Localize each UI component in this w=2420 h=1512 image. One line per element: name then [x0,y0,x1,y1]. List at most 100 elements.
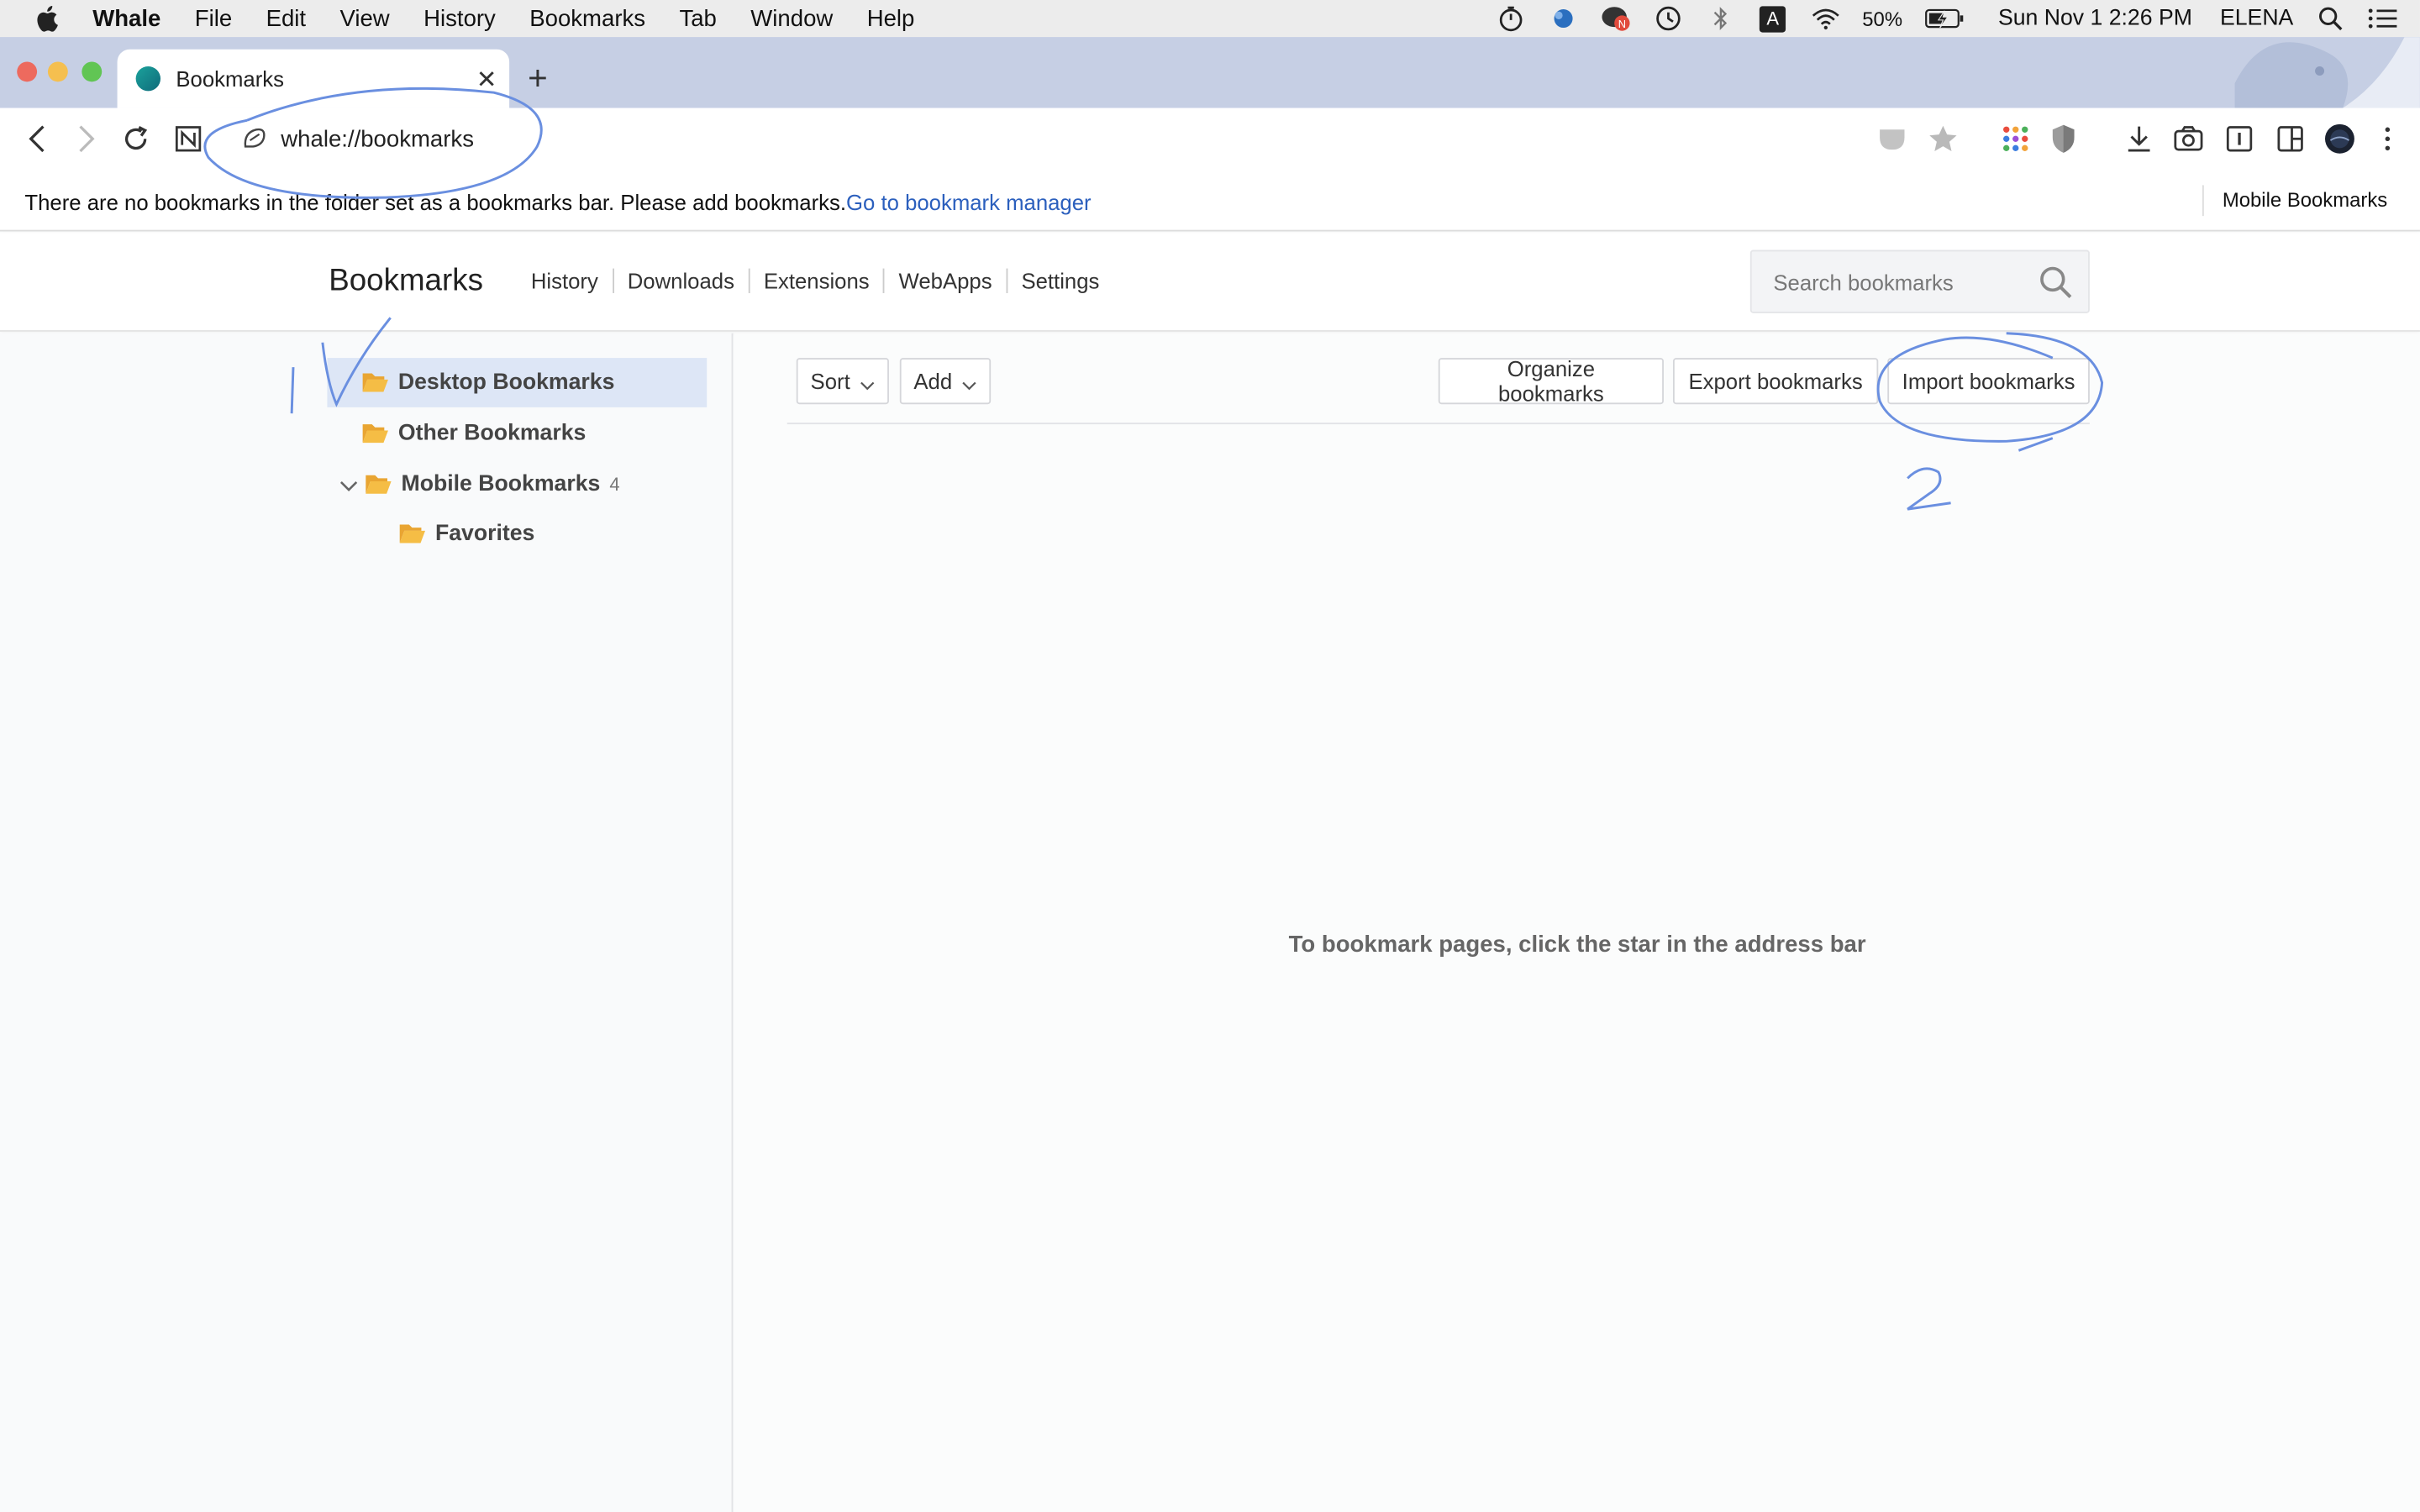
menu-app-name[interactable]: Whale [92,5,160,31]
menu-tab[interactable]: Tab [679,5,716,31]
menu-window[interactable]: Window [750,5,833,31]
spotlight-icon[interactable] [2315,5,2346,33]
sort-dropdown[interactable]: Sort [796,358,889,405]
chevron-down-icon [860,373,875,391]
menu-bar: Whale File Edit View History Bookmarks T… [0,0,2420,38]
menu-help[interactable]: Help [867,5,915,31]
whale-page-icon [241,125,269,153]
menu-edit[interactable]: Edit [266,5,306,31]
sidebar-toggle-icon[interactable] [2275,123,2306,155]
menu-view[interactable]: View [339,5,389,31]
reload-icon[interactable] [120,123,151,155]
back-icon[interactable] [22,123,53,155]
bookmark-manager-link[interactable]: Go to bookmark manager [846,190,1092,214]
search-icon[interactable] [2039,265,2072,299]
add-label: Add [913,368,953,394]
status-area: N A 50% Sun Nov 1 2:26 PM ELENA [1495,0,2398,37]
profile-avatar[interactable] [2324,123,2355,155]
forward-icon[interactable] [71,123,102,155]
folder-label: Desktop Bookmarks [397,370,615,396]
folder-favorites[interactable]: Favorites [398,509,707,559]
app-status-icon[interactable] [1548,5,1579,33]
apple-icon[interactable] [31,3,62,34]
organize-bookmarks-button[interactable]: Organize bookmarks [1438,356,1664,406]
bluetooth-icon[interactable] [1705,5,1736,33]
folder-icon [398,522,426,546]
notification-icon[interactable]: N [1600,5,1631,33]
folder-mobile-bookmarks[interactable]: Mobile Bookmarks 4 [364,459,707,509]
new-tab-button[interactable]: + [528,61,548,95]
camera-icon[interactable] [2173,123,2204,155]
user-name[interactable]: ELENA [2220,6,2293,30]
menu-history[interactable]: History [424,5,496,31]
page-header: Bookmarks History Downloads Extensions W… [0,233,2420,332]
folder-icon [361,421,389,445]
tab-bookmarks[interactable]: Bookmarks ✕ [117,49,510,108]
tab-title: Bookmarks [176,66,285,92]
folder-label: Favorites [434,521,535,547]
import-bookmarks-button[interactable]: Import bookmarks [1887,358,2090,405]
input-source-icon[interactable]: A [1757,5,1788,33]
star-icon[interactable] [1928,123,1959,155]
menu-bookmarks[interactable]: Bookmarks [529,5,645,31]
battery-icon[interactable] [1924,5,1965,33]
timer-icon[interactable] [1495,5,1526,33]
chevron-down-icon[interactable] [339,475,358,494]
folder-other-bookmarks[interactable]: Other Bookmarks [327,409,707,459]
wifi-icon[interactable] [1810,5,1841,33]
reader-icon[interactable] [2224,123,2255,155]
no-bookmarks-notice: There are no bookmarks in the folder set… [24,189,847,215]
folder-count-badge: 4 [609,473,620,496]
zoom-window-button[interactable] [82,61,103,82]
more-menu-icon[interactable] [2372,123,2403,155]
input-source-label: A [1760,5,1786,32]
nav-settings[interactable]: Settings [1006,268,1113,293]
mobile-bookmarks-shortcut[interactable]: Mobile Bookmarks [2223,188,2387,212]
apps-grid-icon[interactable] [2000,123,2031,155]
toolbar-divider [786,423,2090,425]
bookmarks-bar-message: There are no bookmarks in the folder set… [24,190,1091,214]
naver-home-icon[interactable] [173,123,204,155]
sort-label: Sort [810,368,850,394]
add-dropdown[interactable]: Add [899,358,992,405]
folder-label: Other Bookmarks [397,421,587,446]
datetime[interactable]: Sun Nov 1 2:26 PM [1998,6,2192,30]
empty-state-message: To bookmark pages, click the star in the… [1288,932,1866,958]
page-nav: History Downloads Extensions WebApps Set… [531,268,1113,293]
address-bar[interactable]: whale://bookmarks [232,118,1003,160]
search-box [1749,249,2090,313]
bookmarks-content: Sort Add Organize bookmarks Export bookm… [734,333,2420,1512]
shield-icon[interactable] [2048,123,2079,155]
close-window-button[interactable] [17,61,38,82]
whale-decoration-icon [2234,37,2420,108]
search-input[interactable] [1773,266,2021,298]
nav-extensions[interactable]: Extensions [748,268,883,293]
tab-strip: Bookmarks ✕ + [0,37,2420,108]
url-text[interactable]: whale://bookmarks [281,126,474,152]
control-center-icon[interactable] [2367,5,2398,33]
pocket-icon[interactable] [1876,123,1907,155]
folder-label: Mobile Bookmarks [401,472,601,497]
svg-text:N: N [1618,18,1625,30]
close-tab-icon[interactable]: ✕ [476,65,497,96]
folder-sidebar: Desktop Bookmarks Other Bookmarks Mobile… [0,333,734,1512]
folder-desktop-bookmarks[interactable]: Desktop Bookmarks [327,358,708,407]
folder-icon [361,370,389,395]
bookmarks-bar: There are no bookmarks in the folder set… [0,170,2420,232]
screen: Whale File Edit View History Bookmarks T… [0,0,2420,1512]
minimize-window-button[interactable] [47,61,68,82]
nav-history[interactable]: History [531,269,613,293]
battery-percent: 50% [1862,7,1903,30]
chevron-down-icon [961,373,976,391]
time-machine-icon[interactable] [1652,5,1683,33]
page-title: Bookmarks [329,264,483,298]
download-icon[interactable] [2123,123,2154,155]
export-bookmarks-button[interactable]: Export bookmarks [1672,358,1879,405]
bookmarks-bar-divider [2202,185,2204,217]
nav-webapps[interactable]: WebApps [883,268,1006,293]
folder-icon [364,472,392,496]
menu-file[interactable]: File [195,5,232,31]
whale-favicon-icon [135,66,161,92]
nav-downloads[interactable]: Downloads [612,268,748,293]
browser-toolbar: whale://bookmarks [0,108,2420,171]
